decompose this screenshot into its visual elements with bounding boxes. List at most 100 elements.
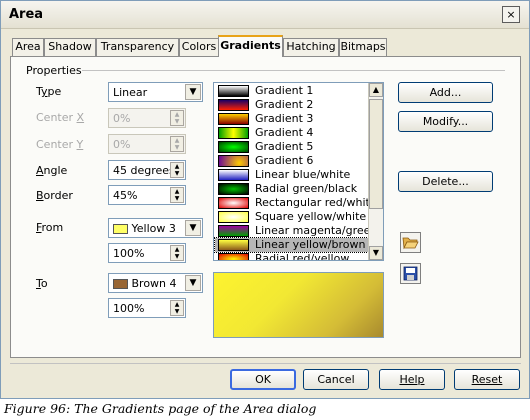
window-title: Area: [9, 7, 44, 22]
spin-buttons[interactable]: ▲ ▼: [170, 300, 184, 316]
list-item[interactable]: Gradient 6: [215, 154, 368, 168]
to-color-swatch: [113, 279, 128, 289]
gradient-thumbnail: [218, 225, 249, 237]
gradient-thumbnail: [218, 169, 249, 181]
spin-buttons[interactable]: ▲ ▼: [170, 245, 184, 261]
tab-shadow[interactable]: Shadow: [44, 38, 96, 56]
list-item[interactable]: Gradient 1: [215, 84, 368, 98]
modify-button[interactable]: Modify...: [398, 111, 493, 132]
gradient-thumbnail: [218, 197, 249, 209]
gradient-list[interactable]: Gradient 1 Gradient 2 Gradient 3 Gradien…: [213, 82, 384, 261]
to-color-value: Brown 4: [113, 277, 177, 290]
list-item[interactable]: Rectangular red/white: [215, 196, 377, 210]
border-value: 45%: [113, 189, 138, 202]
tab-colors[interactable]: Colors: [179, 38, 219, 56]
border-spinner[interactable]: 45% ▲ ▼: [108, 185, 186, 205]
list-item[interactable]: Linear blue/white: [215, 168, 368, 182]
gradient-list-scrollbar[interactable]: ▲ ▼: [368, 83, 383, 260]
save-disk-icon: [403, 266, 418, 281]
angle-label: Angle: [36, 164, 68, 177]
gradient-name: Linear yellow/brown: [255, 238, 366, 251]
from-color-swatch: [113, 224, 128, 234]
figure-caption: Figure 96: The Gradients page of the Are…: [4, 401, 317, 416]
from-intensity-spinner[interactable]: 100% ▲ ▼: [108, 243, 186, 263]
to-color-name: Brown 4: [131, 277, 177, 290]
gradient-name: Gradient 5: [255, 140, 314, 153]
gradient-name: Rectangular red/white: [255, 196, 377, 209]
from-color-select[interactable]: Yellow 3 ▼: [108, 218, 203, 238]
close-button[interactable]: ×: [502, 6, 520, 23]
gradient-thumbnail: [218, 183, 249, 195]
chevron-down-icon[interactable]: ▼: [185, 84, 201, 100]
type-select[interactable]: Linear ▼: [108, 82, 203, 102]
from-label: From: [36, 221, 64, 234]
list-item[interactable]: Gradient 3: [215, 112, 368, 126]
tab-area[interactable]: Area: [12, 38, 44, 56]
tab-bitmaps[interactable]: Bitmaps: [339, 38, 387, 56]
center-y-spinner[interactable]: 0% ▲ ▼: [108, 134, 186, 154]
list-item[interactable]: Square yellow/white: [215, 210, 368, 224]
reset-button[interactable]: Reset: [454, 369, 520, 390]
list-item[interactable]: Gradient 4: [215, 126, 368, 140]
list-item[interactable]: Gradient 2: [215, 98, 368, 112]
gradient-name: Gradient 3: [255, 112, 314, 125]
properties-divider: [82, 70, 505, 71]
gradient-name: Gradient 4: [255, 126, 314, 139]
gradient-name: Linear blue/white: [255, 168, 351, 181]
tab-transparency[interactable]: Transparency: [96, 38, 179, 56]
list-item[interactable]: Linear magenta/green: [215, 224, 377, 238]
spin-buttons[interactable]: ▲ ▼: [170, 136, 184, 152]
center-x-label: Center X: [36, 111, 85, 124]
help-button[interactable]: Help: [379, 369, 445, 390]
save-gradients-button[interactable]: [400, 263, 421, 284]
gradient-thumbnail: [218, 239, 249, 251]
tab-gradients[interactable]: Gradients: [218, 35, 283, 57]
spin-buttons[interactable]: ▲ ▼: [170, 110, 184, 126]
title-bar[interactable]: Area ×: [1, 1, 529, 29]
type-value: Linear: [113, 86, 148, 99]
to-intensity-spinner[interactable]: 100% ▲ ▼: [108, 298, 186, 318]
area-dialog: Area × Area Shadow Transparency Colors G…: [0, 0, 530, 399]
gradient-name: Gradient 2: [255, 98, 314, 111]
tab-hatching[interactable]: Hatching: [283, 38, 339, 56]
center-y-value: 0%: [113, 138, 131, 151]
chevron-down-icon[interactable]: ▼: [185, 220, 201, 236]
list-item[interactable]: Radial green/black: [215, 182, 368, 196]
list-item[interactable]: Gradient 5: [215, 140, 368, 154]
angle-value: 45 degrees: [113, 164, 175, 177]
center-y-label: Center Y: [36, 138, 84, 151]
scroll-thumb[interactable]: [369, 99, 383, 209]
chevron-down-icon[interactable]: ▼: [185, 275, 201, 291]
spin-buttons[interactable]: ▲ ▼: [170, 162, 184, 178]
gradient-name: Square yellow/white: [255, 210, 367, 223]
gradient-name: Linear magenta/green: [255, 224, 378, 237]
list-item-selected[interactable]: Linear yellow/brown: [214, 237, 369, 253]
to-color-select[interactable]: Brown 4 ▼: [108, 273, 203, 293]
help-label: Help: [399, 373, 425, 386]
gradient-thumbnail: [218, 127, 249, 139]
load-gradients-button[interactable]: [400, 232, 421, 253]
gradient-name: Gradient 1: [255, 84, 314, 97]
spin-buttons[interactable]: ▲ ▼: [170, 187, 184, 203]
gradient-thumbnail: [218, 253, 249, 260]
gradient-thumbnail: [218, 85, 249, 97]
list-item[interactable]: Radial red/yellow: [215, 252, 368, 261]
center-x-spinner[interactable]: 0% ▲ ▼: [108, 108, 186, 128]
footer-divider: [10, 363, 521, 364]
gradient-name: Radial green/black: [255, 182, 358, 195]
to-label: To: [36, 277, 48, 290]
properties-group-label: Properties: [26, 64, 82, 77]
from-color-name: Yellow 3: [131, 222, 176, 235]
border-label: Border: [36, 189, 73, 202]
angle-spinner[interactable]: 45 degrees ▲ ▼: [108, 160, 186, 180]
ok-button[interactable]: OK: [230, 369, 296, 390]
gradient-name: Radial red/yellow: [255, 252, 350, 261]
from-color-value: Yellow 3: [113, 222, 176, 235]
cancel-button[interactable]: Cancel: [303, 369, 369, 390]
gradient-thumbnail: [218, 113, 249, 125]
scroll-up-icon[interactable]: ▲: [369, 83, 383, 97]
delete-button[interactable]: Delete...: [398, 171, 493, 192]
scroll-down-icon[interactable]: ▼: [369, 246, 383, 260]
add-button[interactable]: Add...: [398, 82, 493, 103]
gradient-thumbnail: [218, 155, 249, 167]
